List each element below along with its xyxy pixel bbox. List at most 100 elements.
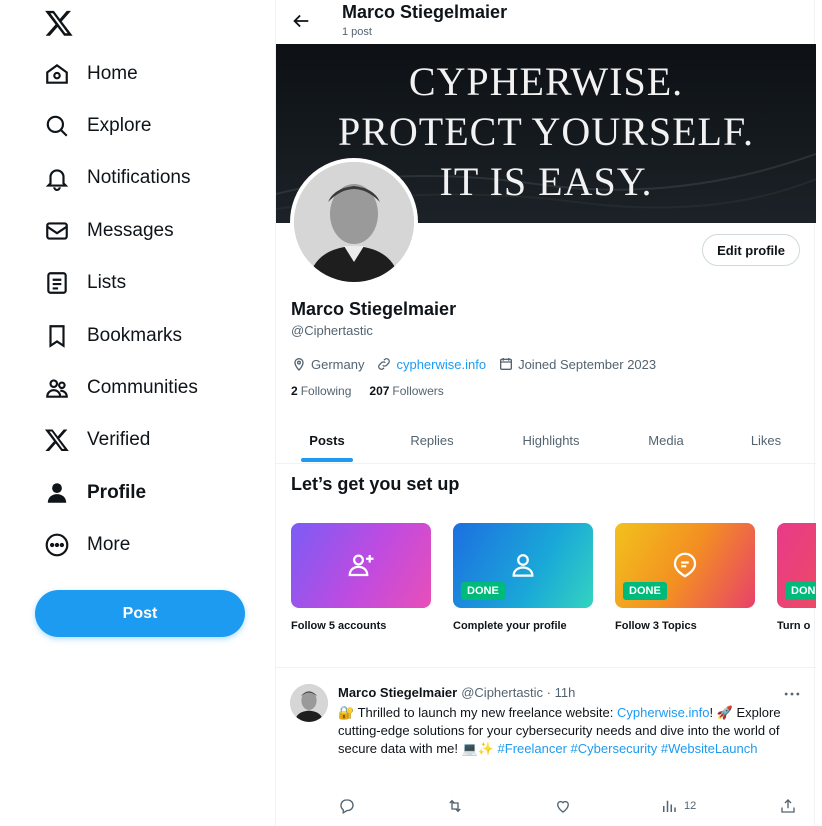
card-image (291, 523, 431, 608)
tweet[interactable]: Marco Stiegelmaier @Ciphertastic · 11h 🔐… (276, 667, 816, 826)
nav-label: Explore (87, 115, 152, 136)
nav-communities[interactable]: Communities (44, 368, 198, 408)
nav-notifications[interactable]: Notifications (44, 158, 191, 198)
profile-tabs: Posts Replies Highlights Media Likes (276, 416, 816, 464)
tab-highlights[interactable]: Highlights (486, 416, 616, 464)
card-label: Complete your profile (453, 620, 567, 632)
more-circle-icon (45, 533, 69, 557)
share-button[interactable] (779, 797, 797, 815)
card-image: DONE (453, 523, 593, 608)
nav-lists[interactable]: Lists (44, 263, 126, 303)
location-text: Germany (311, 356, 365, 372)
search-icon (46, 115, 68, 137)
nav-explore[interactable]: Explore (44, 106, 151, 146)
nav-verified[interactable]: Verified (44, 420, 150, 460)
tweet-handle-time: @Ciphertastic · 11h (461, 685, 576, 700)
nav-home[interactable]: Home (44, 54, 138, 94)
tweet-text-part: 🔐 Thrilled to launch my new freelance we… (338, 705, 617, 720)
heart-icon (557, 800, 569, 813)
x-logo-icon[interactable] (44, 8, 74, 38)
person-icon (47, 483, 67, 503)
active-tab-indicator (301, 458, 353, 462)
communities-icon (46, 379, 68, 398)
left-nav: Home Explore Notifications Messages List… (0, 0, 276, 826)
done-badge: DONE (785, 582, 816, 600)
tab-media[interactable]: Media (616, 416, 716, 464)
tweet-link[interactable]: Cypherwise.info (617, 705, 710, 720)
analytics-icon (663, 800, 676, 812)
more-dots-icon[interactable] (782, 684, 802, 704)
header-post-count: 1 post (342, 26, 372, 38)
views-button[interactable]: 12 (660, 797, 696, 815)
following-count: 2 (291, 384, 298, 398)
following-link[interactable]: 2 Following (291, 384, 351, 398)
nav-label: Bookmarks (87, 325, 183, 346)
following-label: Following (300, 384, 352, 398)
card-image: DONE (777, 523, 816, 608)
nav-profile[interactable]: Profile (44, 473, 146, 513)
tweet-header: Marco Stiegelmaier @Ciphertastic · 11h (338, 685, 575, 700)
tweet-avatar[interactable] (290, 684, 328, 722)
hashtag[interactable]: #Cybersecurity (571, 741, 658, 756)
profile-name: Marco Stiegelmaier (291, 299, 457, 319)
nav-bookmarks[interactable]: Bookmarks (44, 316, 182, 356)
tab-replies[interactable]: Replies (378, 416, 486, 464)
topic-bubble-icon (673, 552, 697, 578)
bell-icon (45, 169, 69, 191)
hashtag[interactable]: #WebsiteLaunch (661, 741, 758, 756)
header-name: Marco Stiegelmaier (342, 2, 508, 22)
list-icon (47, 272, 67, 294)
setup-title: Let’s get you set up (291, 474, 460, 494)
joined: Joined September 2023 (498, 356, 656, 372)
like-button[interactable] (554, 797, 572, 815)
x-logo-icon (44, 429, 69, 452)
reply-icon (340, 799, 354, 814)
profile-avatar[interactable] (290, 158, 418, 286)
person-outline-icon (512, 554, 534, 577)
nav-more[interactable]: More (44, 525, 130, 565)
back-arrow-icon[interactable] (290, 10, 312, 32)
tab-likes[interactable]: Likes (716, 416, 816, 464)
setup-card[interactable]: DONE Follow 3 Topics (615, 523, 755, 632)
reply-button[interactable] (338, 797, 356, 815)
add-person-icon (348, 554, 374, 577)
location: Germany (291, 356, 364, 372)
location-pin-icon (294, 358, 304, 371)
nav-label: Messages (87, 220, 174, 241)
banner-line: CYPHERWISE. (408, 59, 684, 104)
nav-label: Verified (87, 429, 151, 450)
nav-label: Home (87, 63, 138, 84)
followers-link[interactable]: 207 Followers (369, 384, 443, 398)
tweet-actions: 12 (338, 797, 800, 817)
setup-card[interactable]: DONE Turn o (777, 523, 816, 632)
card-label: Follow 3 Topics (615, 620, 697, 632)
setup-card[interactable]: Follow 5 accounts (291, 523, 431, 632)
banner-line: PROTECT YOURSELF. (337, 109, 755, 154)
hashtag[interactable]: #Freelancer (498, 741, 567, 756)
repost-button[interactable] (446, 797, 464, 815)
nav-label: More (87, 534, 131, 555)
website[interactable]: cypherwise.info (376, 356, 486, 372)
tweet-text: 🔐 Thrilled to launch my new freelance we… (338, 704, 800, 758)
follow-stats: 2 Following 207 Followers (291, 384, 462, 398)
profile-meta: Germany cypherwise.info Joined September… (291, 354, 668, 374)
done-badge: DONE (623, 582, 667, 600)
post-button[interactable]: Post (35, 590, 245, 637)
followers-label: Followers (392, 384, 444, 398)
nav-label: Communities (87, 377, 198, 398)
views-count: 12 (684, 800, 697, 812)
nav-messages[interactable]: Messages (44, 211, 174, 251)
avatar-photo (294, 162, 414, 282)
setup-card[interactable]: DONE Complete your profile (453, 523, 593, 632)
bookmark-icon (49, 325, 65, 348)
tweet-author-name[interactable]: Marco Stiegelmaier (338, 685, 457, 700)
profile-header-bar: Marco Stiegelmaier 1 post (276, 0, 816, 44)
website-link[interactable]: cypherwise.info (396, 357, 486, 372)
followers-count: 207 (369, 384, 390, 398)
nav-label: Notifications (87, 167, 191, 188)
profile-column: Marco Stiegelmaier 1 post CYPHERWISE. PR… (275, 0, 816, 826)
done-badge: DONE (461, 582, 505, 600)
tab-posts[interactable]: Posts (276, 416, 378, 464)
nav-label: Lists (87, 272, 127, 293)
edit-profile-button[interactable]: Edit profile (702, 234, 800, 266)
